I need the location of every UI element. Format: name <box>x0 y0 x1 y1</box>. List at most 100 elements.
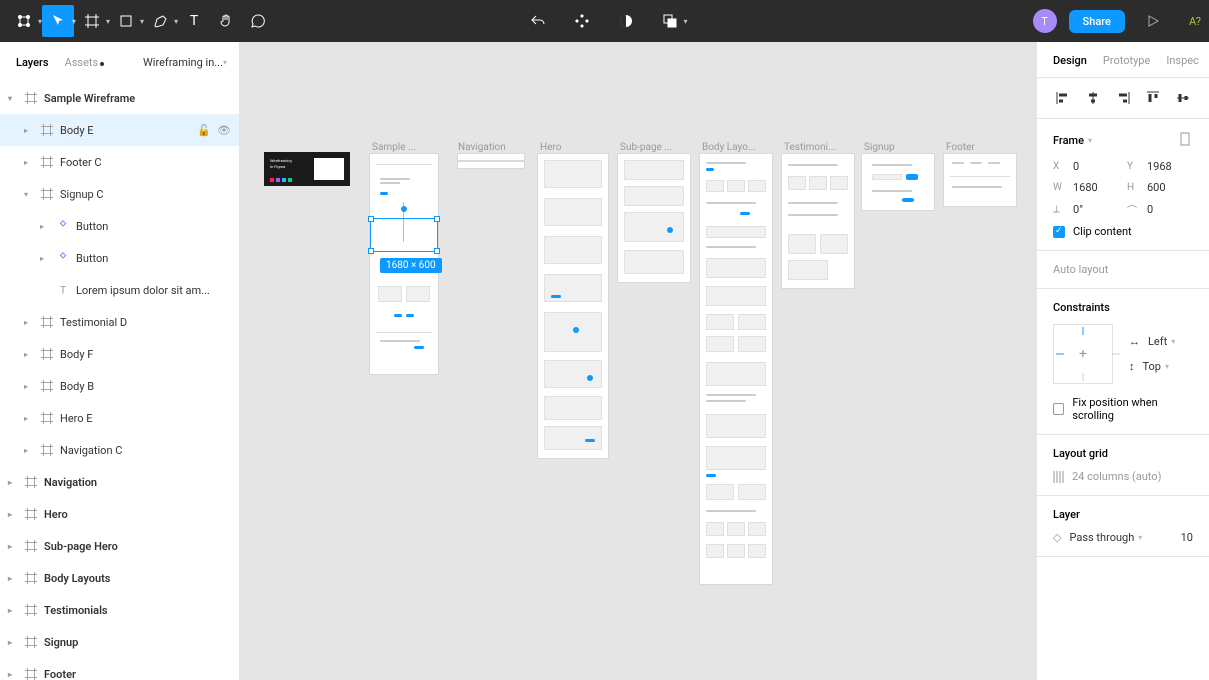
share-button[interactable]: Share <box>1069 10 1125 33</box>
chevron-down-icon[interactable]: ▾ <box>72 17 76 26</box>
constraint-diagram[interactable]: + <box>1053 324 1113 384</box>
height-input[interactable]: 600 <box>1147 181 1166 194</box>
frame-label[interactable]: Body Layo... <box>702 142 756 153</box>
frame-tool[interactable] <box>76 5 108 37</box>
layer-row[interactable]: ▸Body E🔓👁 <box>0 114 239 146</box>
clip-content-checkbox[interactable] <box>1053 226 1065 238</box>
layer-caret[interactable]: ▾ <box>24 190 34 199</box>
mask-icon[interactable] <box>609 5 641 37</box>
tab-layers[interactable]: Layers <box>16 56 49 69</box>
fix-position-checkbox[interactable] <box>1053 403 1064 415</box>
resize-to-fit-icon[interactable] <box>1177 131 1193 150</box>
present-button[interactable] <box>1137 5 1169 37</box>
frame-label[interactable]: Signup <box>864 142 895 153</box>
frame-label[interactable]: Sample ... <box>372 142 416 153</box>
layer-row[interactable]: ▸Testimonials <box>0 594 239 626</box>
auto-layout-section[interactable]: Auto layout <box>1037 251 1209 289</box>
layer-row[interactable]: TLorem ipsum dolor sit am... <box>0 274 239 306</box>
layer-caret[interactable]: ▸ <box>8 574 18 583</box>
opacity-input[interactable]: 10 <box>1181 531 1193 544</box>
canvas[interactable]: Wireframing in Figma Sample ... <box>240 42 1037 680</box>
page-selector[interactable]: Wireframing in... <box>143 56 223 69</box>
frame-type-selector[interactable]: Frame <box>1053 134 1084 147</box>
layer-row[interactable]: ▸Testimonial D <box>0 306 239 338</box>
boolean-icon[interactable] <box>653 5 685 37</box>
align-right-icon[interactable] <box>1113 88 1133 108</box>
blend-mode-select[interactable]: Pass through <box>1069 531 1134 544</box>
frame-label[interactable]: Hero <box>540 142 561 153</box>
tab-assets[interactable]: Assets <box>65 56 105 69</box>
layer-row[interactable]: ▾Sample Wireframe <box>0 82 239 114</box>
layer-caret[interactable]: ▸ <box>24 414 34 423</box>
layer-caret[interactable]: ▸ <box>24 350 34 359</box>
chevron-down-icon[interactable]: ▾ <box>174 17 178 26</box>
text-tool[interactable]: T <box>178 5 210 37</box>
layer-row[interactable]: ▸Sub-page Hero <box>0 530 239 562</box>
align-vcenter-icon[interactable] <box>1173 88 1193 108</box>
layer-row[interactable]: ▸Button <box>0 210 239 242</box>
align-hcenter-icon[interactable] <box>1083 88 1103 108</box>
radius-input[interactable]: 0 <box>1147 203 1153 216</box>
comment-tool[interactable] <box>242 5 274 37</box>
undo-icon[interactable] <box>521 5 553 37</box>
grid-columns-icon[interactable] <box>1053 471 1064 483</box>
frame-label[interactable]: Testimoni... <box>784 142 836 153</box>
zoom-label[interactable]: A? <box>1189 15 1201 28</box>
layer-caret[interactable]: ▸ <box>8 670 18 679</box>
layer-caret[interactable]: ▸ <box>8 638 18 647</box>
pen-tool[interactable] <box>144 5 176 37</box>
layer-row[interactable]: ▸Signup <box>0 626 239 658</box>
frame-label[interactable]: Navigation <box>458 142 506 153</box>
rotation-input[interactable]: 0° <box>1073 203 1083 216</box>
v-constraint-select[interactable]: Top <box>1143 360 1161 373</box>
shape-tool[interactable] <box>110 5 142 37</box>
layer-caret[interactable]: ▸ <box>40 222 50 231</box>
tab-inspect[interactable]: Inspec <box>1166 54 1199 77</box>
align-left-icon[interactable] <box>1053 88 1073 108</box>
chevron-down-icon[interactable]: ▾ <box>106 17 110 26</box>
frame-label[interactable]: Footer <box>946 142 975 153</box>
layer-caret[interactable]: ▸ <box>8 510 18 519</box>
layer-caret[interactable]: ▸ <box>24 318 34 327</box>
menu-button[interactable] <box>8 5 40 37</box>
layout-grid-value[interactable]: 24 columns (auto) <box>1072 470 1161 483</box>
layer-row[interactable]: ▸Navigation <box>0 466 239 498</box>
component-icon[interactable] <box>565 5 597 37</box>
frame-label[interactable]: Sub-page ... <box>620 142 672 153</box>
chevron-down-icon[interactable]: ▾ <box>683 17 687 26</box>
layer-row[interactable]: ▸Body F <box>0 338 239 370</box>
tab-design[interactable]: Design <box>1053 54 1087 77</box>
layer-row[interactable]: ▾Signup C <box>0 178 239 210</box>
layer-caret[interactable]: ▸ <box>8 606 18 615</box>
visibility-icon[interactable]: 👁 <box>217 124 231 137</box>
width-input[interactable]: 1680 <box>1073 181 1098 194</box>
layer-row[interactable]: ▸Footer <box>0 658 239 680</box>
layer-caret[interactable]: ▾ <box>8 94 18 103</box>
layer-caret[interactable]: ▸ <box>24 126 34 135</box>
layer-row[interactable]: ▸Footer C <box>0 146 239 178</box>
layer-caret[interactable]: ▸ <box>24 382 34 391</box>
layer-caret[interactable]: ▸ <box>24 158 34 167</box>
hand-tool[interactable] <box>210 5 242 37</box>
layer-row[interactable]: ▸Body Layouts <box>0 562 239 594</box>
layer-caret[interactable]: ▸ <box>8 478 18 487</box>
layer-row[interactable]: ▸Body B <box>0 370 239 402</box>
layer-caret[interactable]: ▸ <box>24 446 34 455</box>
chevron-down-icon[interactable]: ▾ <box>223 58 227 67</box>
align-top-icon[interactable] <box>1143 88 1163 108</box>
layer-caret[interactable]: ▸ <box>40 254 50 263</box>
lock-icon[interactable]: 🔓 <box>197 124 211 137</box>
h-constraint-select[interactable]: Left <box>1148 335 1167 348</box>
chevron-down-icon[interactable]: ▾ <box>140 17 144 26</box>
x-input[interactable]: 0 <box>1073 160 1079 173</box>
layer-caret[interactable]: ▸ <box>8 542 18 551</box>
chevron-down-icon[interactable]: ▾ <box>38 17 42 26</box>
y-input[interactable]: 1968 <box>1147 160 1172 173</box>
layer-row[interactable]: ▸Navigation C <box>0 434 239 466</box>
layer-row[interactable]: ▸Hero E <box>0 402 239 434</box>
layer-row[interactable]: ▸Hero <box>0 498 239 530</box>
layer-row[interactable]: ▸Button <box>0 242 239 274</box>
move-tool[interactable] <box>42 5 74 37</box>
tab-prototype[interactable]: Prototype <box>1103 54 1150 77</box>
avatar[interactable]: T <box>1033 9 1057 33</box>
